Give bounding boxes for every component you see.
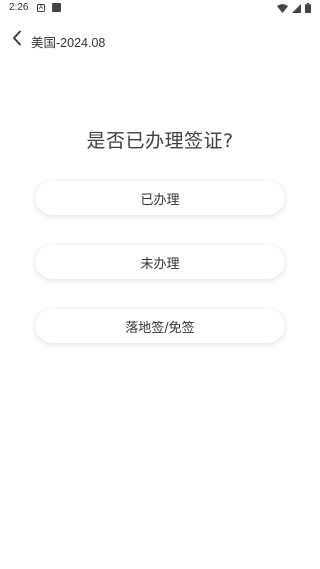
chevron-left-icon [12, 30, 22, 50]
option-visa-on-arrival-button[interactable]: 落地签/免签 [35, 309, 285, 343]
notification-square-icon [52, 3, 61, 12]
battery-icon [305, 3, 311, 13]
status-bar: 2:26 A [0, 0, 320, 16]
question-text: 是否已办理签证? [86, 130, 234, 152]
notification-a-icon: A [37, 4, 45, 12]
screen: 2:26 A 美国-2024.08 是否已办理签证? 已办理 未办理 落地签/免… [0, 0, 320, 569]
option-applied-button[interactable]: 已办理 [35, 181, 285, 215]
back-button[interactable] [8, 30, 26, 50]
page-title: 美国-2024.08 [31, 36, 106, 50]
status-icons [277, 3, 311, 13]
status-time: 2:26 [9, 2, 29, 13]
option-not-applied-button[interactable]: 未办理 [35, 245, 285, 279]
wifi-icon [277, 3, 288, 13]
header: 美国-2024.08 [0, 26, 320, 54]
signal-icon [292, 3, 301, 13]
